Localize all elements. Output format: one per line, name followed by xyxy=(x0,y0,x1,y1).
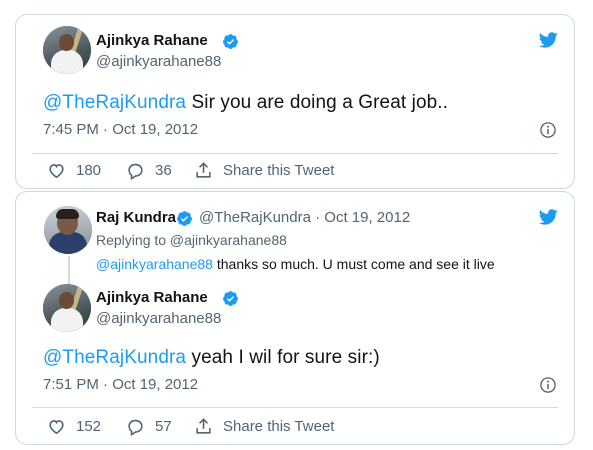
mention-link[interactable]: @ajinkyarahane88 xyxy=(96,256,213,272)
parent-tweet-body: thanks so much. U must come and see it l… xyxy=(212,256,495,272)
tweet-timestamp[interactable]: 7:45 PM · Oct 19, 2012 xyxy=(43,121,198,138)
reply-tweet-text: @TheRajKundra yeah I wil for sure sir:) xyxy=(43,347,380,369)
parent-handle-date[interactable]: @TheRajKundra · Oct 19, 2012 xyxy=(199,209,410,226)
reply-count: 36 xyxy=(155,162,172,179)
reply-count: 57 xyxy=(155,418,172,435)
twitter-bird-icon[interactable] xyxy=(536,207,560,227)
mention-link[interactable]: @TheRajKundra xyxy=(43,347,186,368)
like-count: 180 xyxy=(76,162,102,179)
reply-button[interactable]: 36 xyxy=(126,161,172,180)
tweet-body: Sir you are doing a Great job.. xyxy=(186,92,449,113)
like-button[interactable]: 152 xyxy=(47,417,101,436)
verified-badge-icon xyxy=(223,34,238,49)
parent-author-name[interactable]: Raj Kundra xyxy=(96,209,176,226)
like-button[interactable]: 180 xyxy=(47,161,101,180)
parent-tweet-text: @ajinkyarahane88 thanks so much. U must … xyxy=(96,256,495,272)
twitter-bird-icon[interactable] xyxy=(536,30,560,50)
tweet-card-1[interactable]: Ajinkya Rahane @ajinkyarahane88 @TheRajK… xyxy=(15,14,575,189)
divider xyxy=(32,153,558,154)
reply-tweet-body: yeah I wil for sure sir:) xyxy=(186,347,380,368)
reply-button[interactable]: 57 xyxy=(126,417,172,436)
share-button[interactable]: Share this Tweet xyxy=(194,161,334,180)
reply-author-name[interactable]: Ajinkya Rahane xyxy=(96,289,208,306)
tweet-text: @TheRajKundra Sir you are doing a Great … xyxy=(43,92,448,114)
like-count: 152 xyxy=(76,418,102,435)
avatar-ajinkya-rahane[interactable] xyxy=(43,26,91,74)
share-icon xyxy=(196,418,211,434)
heart-icon xyxy=(49,420,64,435)
share-icon xyxy=(196,162,211,178)
avatar-ajinkya-rahane[interactable] xyxy=(43,284,91,332)
replying-to[interactable]: Replying to @ajinkyarahane88 xyxy=(96,232,287,248)
author-name[interactable]: Ajinkya Rahane xyxy=(96,32,208,49)
heart-icon xyxy=(49,164,64,179)
tweet-card-2[interactable]: Raj Kundra @TheRajKundra · Oct 19, 2012 … xyxy=(15,191,575,445)
verified-badge-icon xyxy=(177,211,192,226)
reply-timestamp[interactable]: 7:51 PM · Oct 19, 2012 xyxy=(43,376,198,393)
avatar-raj-kundra[interactable] xyxy=(44,206,92,254)
thread-connector xyxy=(68,256,70,284)
info-icon[interactable] xyxy=(539,376,557,394)
verified-badge-icon xyxy=(223,291,238,306)
share-label: Share this Tweet xyxy=(223,162,335,179)
mention-link[interactable]: @TheRajKundra xyxy=(43,92,186,113)
reply-author-handle[interactable]: @ajinkyarahane88 xyxy=(96,310,221,327)
reply-bubble-icon xyxy=(128,163,143,180)
info-icon[interactable] xyxy=(539,121,557,139)
share-button[interactable]: Share this Tweet xyxy=(194,417,334,436)
reply-bubble-icon xyxy=(128,419,143,436)
author-handle[interactable]: @ajinkyarahane88 xyxy=(96,53,221,70)
share-label: Share this Tweet xyxy=(223,418,335,435)
divider xyxy=(32,407,558,408)
